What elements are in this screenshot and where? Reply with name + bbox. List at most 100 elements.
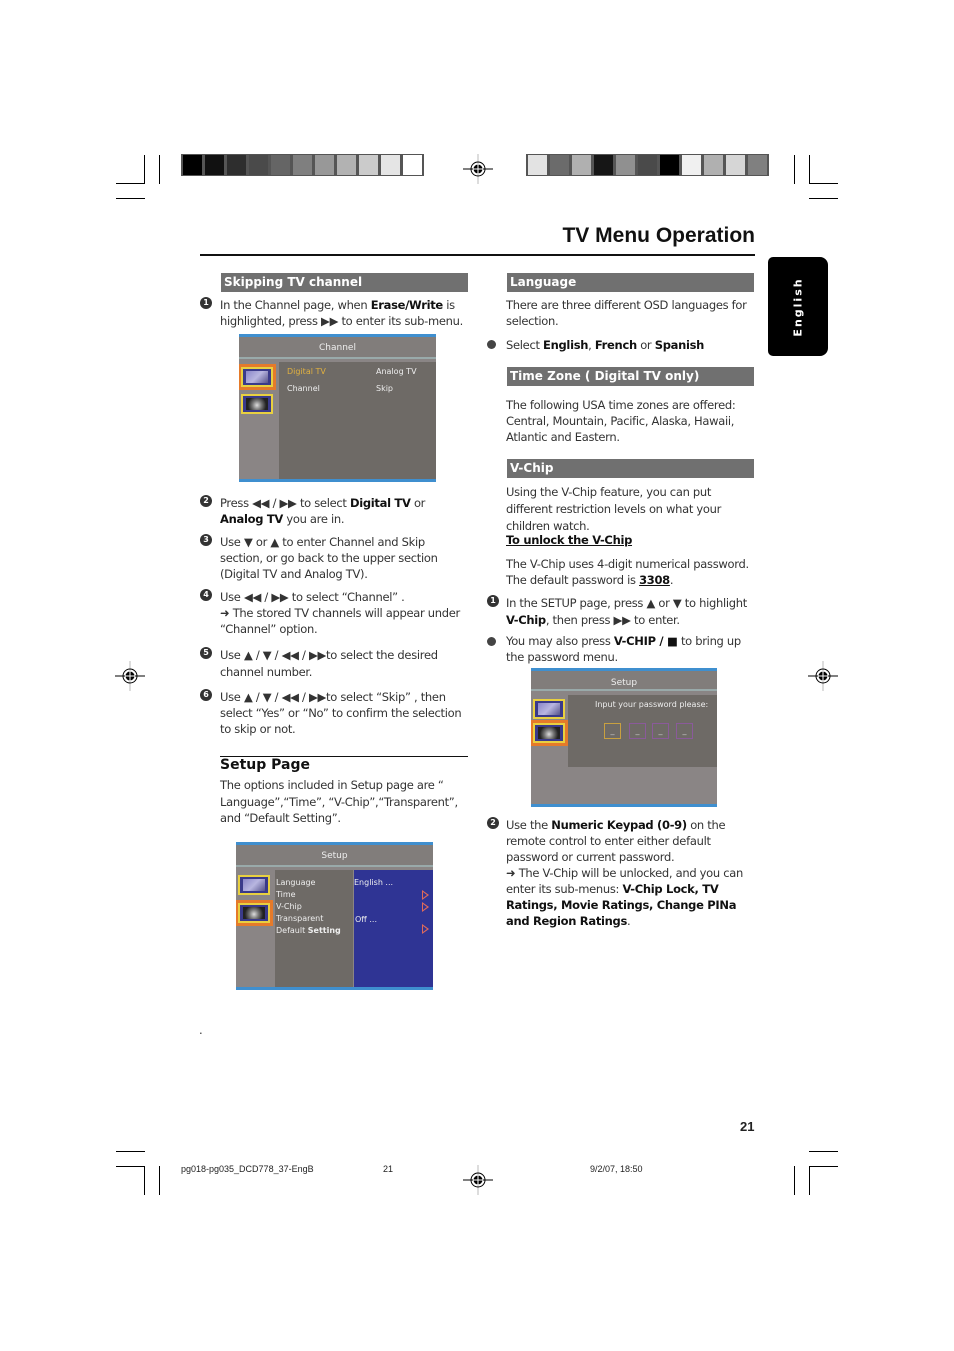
step-6-text: Use ▲ / ▼ / ◀◀ / ▶▶to select “Skip” , th…	[220, 690, 462, 736]
osd-settings-icon	[238, 875, 270, 895]
step-number: 4	[200, 589, 212, 601]
color-swatch	[572, 155, 591, 175]
crop-mark	[159, 1166, 160, 1195]
color-swatch	[403, 155, 422, 175]
vchip-bullet: You may also press V-CHIP / ■ to bring u…	[506, 634, 741, 664]
unlock-body: The V-Chip uses 4-digit numerical passwo…	[506, 557, 749, 587]
section-heading-timezone: Time Zone ( Digital TV only)	[507, 367, 754, 386]
osd-tv-icon	[241, 394, 273, 414]
password-digit-box[interactable]: _	[676, 723, 693, 739]
crop-mark	[809, 1166, 810, 1195]
crop-mark	[159, 155, 160, 184]
color-swatch	[704, 155, 723, 175]
osd-value-language: English ...	[354, 878, 394, 887]
osd-item-default: Default Setting	[276, 926, 341, 935]
language-body: There are three different OSD languages …	[506, 298, 747, 328]
osd-header: Setup	[236, 845, 433, 867]
page-title: TV Menu Operation	[562, 224, 755, 247]
footer-filename: pg018-pg035_DCD778_37-EngB	[181, 1164, 314, 1174]
crop-mark	[794, 155, 795, 184]
crop-mark	[809, 183, 838, 184]
unlock-heading: To unlock the V-Chip	[506, 533, 633, 547]
title-divider	[200, 254, 755, 256]
registration-mark-icon	[463, 1165, 493, 1195]
step-number: 1	[487, 595, 499, 607]
section-heading-language: Language	[507, 273, 754, 292]
osd-skip: Skip	[376, 384, 394, 393]
step-1-text: In the Channel page, when Erase/Write is…	[220, 298, 464, 328]
crop-mark	[116, 1166, 145, 1167]
osd-value-transparent: Off ...	[355, 915, 377, 924]
step-2-text: Press ◀◀ / ▶▶ to select Digital TV or An…	[220, 496, 426, 526]
password-digit-box[interactable]: _	[629, 723, 646, 739]
page-number: 21	[740, 1119, 755, 1134]
color-swatch	[337, 155, 356, 175]
color-calibration-bar-right	[526, 154, 769, 176]
osd-item-time: Time	[276, 890, 296, 899]
osd-password-prompt: Input your password please:	[595, 700, 709, 709]
osd-digital-tv: Digital TV	[287, 367, 326, 376]
osd-settings-icon	[241, 367, 273, 387]
color-swatch	[726, 155, 745, 175]
crop-mark	[144, 1166, 145, 1195]
color-swatch	[359, 155, 378, 175]
crop-mark	[116, 183, 145, 184]
step-number: 3	[200, 534, 212, 546]
color-swatch	[660, 155, 679, 175]
crop-mark	[809, 1166, 838, 1167]
timezone-body: The following USA time zones are offered…	[506, 398, 736, 444]
arrow-right-icon	[422, 890, 429, 900]
step-number: 2	[487, 817, 499, 829]
color-swatch	[682, 155, 701, 175]
osd-tv-icon	[238, 903, 270, 923]
color-swatch	[205, 155, 224, 175]
color-swatch	[550, 155, 569, 175]
osd-item-transparent: Transparent	[276, 914, 324, 923]
footer-datetime: 9/2/07, 18:50	[590, 1164, 643, 1174]
crop-mark	[809, 198, 838, 199]
channel-osd-screen: Channel Digital TV Analog TV Channel Ski…	[239, 334, 436, 482]
registration-mark-icon	[115, 661, 145, 691]
step-number: 5	[200, 647, 212, 659]
crop-mark	[794, 1166, 795, 1195]
registration-mark-icon	[808, 661, 838, 691]
color-swatch	[227, 155, 246, 175]
osd-channel: Channel	[287, 384, 320, 393]
color-swatch	[616, 155, 635, 175]
section-heading-skipping: Skipping TV channel	[221, 273, 468, 292]
osd-item-language: Language	[276, 878, 316, 887]
color-swatch	[381, 155, 400, 175]
osd-setting-label: Setting	[307, 926, 341, 935]
step-3-text: Use ▼ or ▲ to enter Channel and Skip sec…	[220, 535, 438, 581]
registration-mark-icon	[463, 154, 493, 184]
osd-header: Setup	[531, 671, 717, 691]
step-number: 2	[200, 495, 212, 507]
password-digit-box[interactable]: _	[652, 723, 669, 739]
crop-mark	[116, 1151, 145, 1152]
arrow-right-icon	[422, 924, 429, 934]
osd-default-label: Default	[276, 926, 306, 935]
osd-tv-icon	[533, 723, 565, 743]
crop-mark	[809, 1151, 838, 1152]
setup-heading: Setup Page	[220, 757, 310, 773]
color-swatch	[293, 155, 312, 175]
setup-osd-screen: Setup Language Time V-Chip Transparent D…	[236, 842, 433, 990]
osd-item-vchip: V-Chip	[276, 902, 302, 911]
language-tab-label: English	[791, 276, 805, 337]
osd-analog-tv: Analog TV	[376, 367, 417, 376]
vchip-step-1: In the SETUP page, press ▲ or ▼ to highl…	[506, 596, 747, 627]
step-number: 1	[200, 297, 212, 309]
vchip-body: Using the V-Chip feature, you can put di…	[506, 485, 722, 533]
color-swatch	[271, 155, 290, 175]
language-options: Select English, French or Spanish	[506, 338, 705, 352]
osd-settings-icon	[533, 699, 565, 719]
color-swatch	[594, 155, 613, 175]
osd-panel	[279, 362, 436, 479]
password-digit-box[interactable]: _	[604, 723, 621, 739]
crop-mark	[809, 155, 810, 184]
color-swatch	[528, 155, 547, 175]
bullet	[487, 637, 496, 646]
crop-mark	[116, 198, 145, 199]
step-number: 6	[200, 689, 212, 701]
setup-body: The options included in Setup page are “…	[220, 778, 458, 825]
